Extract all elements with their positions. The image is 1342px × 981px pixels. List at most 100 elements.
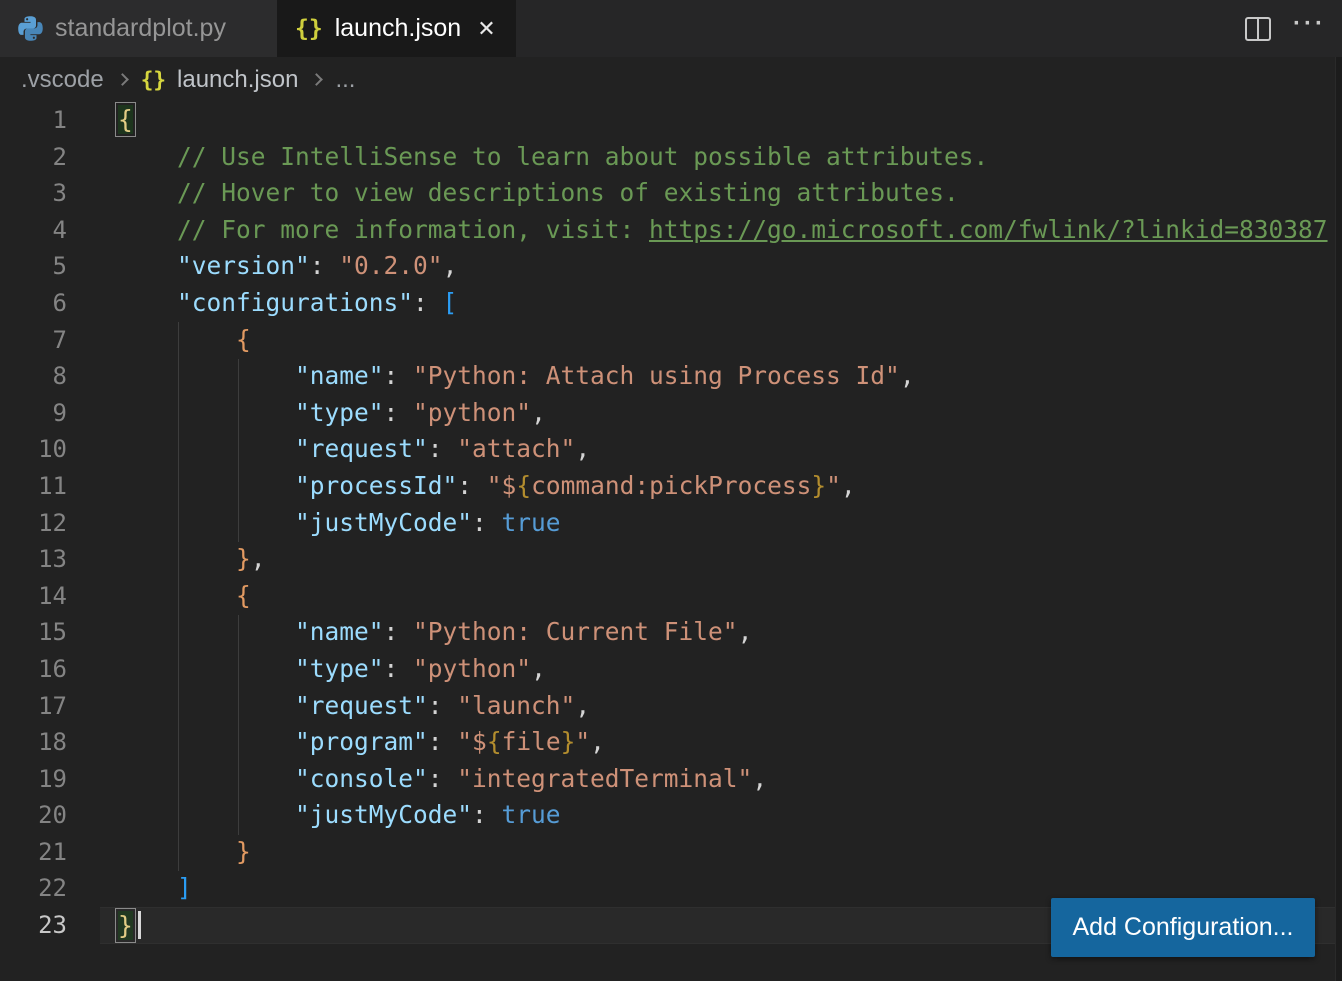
code-token: "console"	[295, 764, 428, 793]
code-line-9[interactable]: 9 "type": "python",	[0, 395, 1342, 432]
tab-label: standardplot.py	[55, 14, 226, 43]
code-line-content: // Use IntelliSense to learn about possi…	[100, 139, 1342, 176]
chevron-right-icon	[116, 73, 129, 86]
code-token: command:pickProcess	[531, 471, 811, 500]
code-area[interactable]: 1{2 // Use IntelliSense to learn about p…	[0, 102, 1342, 981]
line-number[interactable]: 6	[0, 285, 67, 322]
line-number[interactable]: 9	[0, 395, 67, 432]
split-editor-icon[interactable]	[1245, 17, 1271, 41]
code-line-content: // For more information, visit: https://…	[100, 212, 1342, 249]
code-line-21[interactable]: 21 }	[0, 834, 1342, 871]
code-token: ,	[443, 251, 458, 280]
code-line-6[interactable]: 6 "configurations": [	[0, 285, 1342, 322]
add-configuration-button[interactable]: Add Configuration...	[1051, 898, 1315, 957]
code-line-3[interactable]: 3 // Hover to view descriptions of exist…	[0, 175, 1342, 212]
code-line-10[interactable]: 10 "request": "attach",	[0, 431, 1342, 468]
code-token	[118, 508, 295, 537]
line-number[interactable]: 8	[0, 358, 67, 395]
line-number[interactable]: 14	[0, 578, 67, 615]
line-number[interactable]: 17	[0, 688, 67, 725]
line-number[interactable]: 4	[0, 212, 67, 249]
code-token: "0.2.0"	[339, 251, 442, 280]
code-line-20[interactable]: 20 "justMyCode": true	[0, 797, 1342, 834]
code-line-16[interactable]: 16 "type": "python",	[0, 651, 1342, 688]
code-token: :	[413, 288, 443, 317]
line-number[interactable]: 16	[0, 651, 67, 688]
line-number[interactable]: 13	[0, 541, 67, 578]
close-tab-icon[interactable]: ✕	[477, 18, 495, 40]
code-token	[118, 727, 295, 756]
line-number[interactable]: 5	[0, 248, 67, 285]
code-token: "	[826, 471, 841, 500]
code-token: :	[384, 654, 414, 683]
code-token: {	[236, 581, 251, 610]
line-number[interactable]: 19	[0, 761, 67, 798]
code-token: "python"	[413, 398, 531, 427]
line-number[interactable]: 10	[0, 431, 67, 468]
code-token	[118, 178, 177, 207]
vertical-scrollbar-track[interactable]	[1335, 57, 1342, 981]
code-line-content: "type": "python",	[100, 651, 1342, 688]
breadcrumb-launch-json[interactable]: launch.json	[177, 66, 298, 94]
code-token: "	[575, 727, 590, 756]
code-line-15[interactable]: 15 "name": "Python: Current File",	[0, 614, 1342, 651]
line-number[interactable]: 20	[0, 797, 67, 834]
fwlink-hyperlink[interactable]: https://go.microsoft.com/fwlink/?linkid=…	[649, 215, 1328, 244]
code-line-5[interactable]: 5 "version": "0.2.0",	[0, 248, 1342, 285]
line-number[interactable]: 11	[0, 468, 67, 505]
indent-guide	[238, 359, 239, 542]
line-number[interactable]: 7	[0, 322, 67, 359]
code-line-8[interactable]: 8 "name": "Python: Attach using Process …	[0, 358, 1342, 395]
line-number[interactable]: 2	[0, 139, 67, 176]
code-token: "type"	[295, 398, 384, 427]
code-line-12[interactable]: 12 "justMyCode": true	[0, 505, 1342, 542]
code-token: {	[516, 471, 531, 500]
code-line-7[interactable]: 7 {	[0, 322, 1342, 359]
code-token: "request"	[295, 434, 428, 463]
code-line-17[interactable]: 17 "request": "launch",	[0, 688, 1342, 725]
code-token: "Python: Current File"	[413, 617, 738, 646]
code-token: ,	[752, 764, 767, 793]
code-token	[118, 325, 236, 354]
code-token	[118, 654, 295, 683]
line-number[interactable]: 1	[0, 102, 67, 139]
code-token: ,	[575, 434, 590, 463]
code-line-2[interactable]: 2 // Use IntelliSense to learn about pos…	[0, 139, 1342, 176]
code-line-19[interactable]: 19 "console": "integratedTerminal",	[0, 761, 1342, 798]
code-token	[118, 691, 295, 720]
code-token: "processId"	[295, 471, 457, 500]
breadcrumb-symbol-path[interactable]: ...	[335, 66, 355, 94]
code-line-content: "configurations": [	[100, 285, 1342, 322]
code-line-content: },	[100, 541, 1342, 578]
code-line-4[interactable]: 4 // For more information, visit: https:…	[0, 212, 1342, 249]
code-token	[118, 873, 177, 902]
tab-standardplot-py[interactable]: standardplot.py	[0, 0, 277, 57]
line-number[interactable]: 22	[0, 870, 67, 907]
code-line-content: {	[100, 578, 1342, 615]
code-line-1[interactable]: 1{	[0, 102, 1342, 139]
code-line-14[interactable]: 14 {	[0, 578, 1342, 615]
tab-launch-json[interactable]: {} launch.json ✕	[277, 0, 516, 57]
code-token: "program"	[295, 727, 428, 756]
line-number[interactable]: 18	[0, 724, 67, 761]
line-number[interactable]: 3	[0, 175, 67, 212]
code-line-content: // Hover to view descriptions of existin…	[100, 175, 1342, 212]
code-line-11[interactable]: 11 "processId": "${command:pickProcess}"…	[0, 468, 1342, 505]
code-token: :	[472, 508, 502, 537]
code-token: :	[472, 800, 502, 829]
code-line-13[interactable]: 13 },	[0, 541, 1342, 578]
code-token: }	[561, 727, 576, 756]
code-line-18[interactable]: 18 "program": "${file}",	[0, 724, 1342, 761]
code-line-content: "type": "python",	[100, 395, 1342, 432]
line-number[interactable]: 15	[0, 614, 67, 651]
more-actions-icon[interactable]: ···	[1293, 10, 1332, 48]
line-number[interactable]: 21	[0, 834, 67, 871]
code-token: }	[811, 471, 826, 500]
code-token: "justMyCode"	[295, 508, 472, 537]
breadcrumb-vscode[interactable]: .vscode	[21, 66, 104, 94]
line-number[interactable]: 12	[0, 505, 67, 542]
code-token: "type"	[295, 654, 384, 683]
code-token	[118, 471, 295, 500]
line-number[interactable]: 23	[0, 907, 67, 944]
code-token	[118, 800, 295, 829]
